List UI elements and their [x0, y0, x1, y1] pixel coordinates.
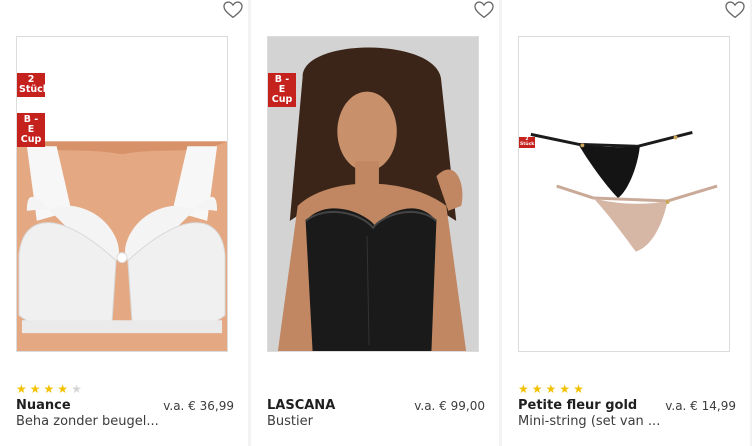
heart-outline-icon: [725, 1, 745, 19]
wishlist-button[interactable]: [222, 0, 244, 20]
product-image-frame[interactable]: 2 Stück: [518, 36, 730, 352]
product-image-frame[interactable]: 2 Stück B - E Cup: [16, 36, 228, 352]
product-image-frame[interactable]: B - E Cup: [267, 36, 479, 352]
star-rating: ★ ★ ★ ★ ★: [518, 382, 584, 396]
star-icon: ★: [573, 382, 584, 396]
star-icon: ★: [71, 382, 82, 396]
star-icon: ★: [518, 382, 529, 396]
badge-pack: 2 Stück: [519, 137, 535, 149]
product-image: [268, 37, 478, 351]
star-icon: ★: [559, 382, 571, 396]
product-card[interactable]: B - E Cup LASCANA v.a. € 99,00 Bustier: [251, 0, 499, 446]
badge-cup: B - E Cup: [17, 113, 45, 147]
product-price: v.a. € 36,99: [163, 399, 234, 413]
product-image: [519, 37, 729, 351]
product-grid: 2 Stück B - E Cup ★ ★ ★ ★ ★ Nuance v.a. …: [0, 0, 752, 446]
product-card[interactable]: 2 Stück B - E Cup ★ ★ ★ ★ ★ Nuance v.a. …: [0, 0, 248, 446]
star-icon: ★: [545, 382, 557, 396]
star-icon: ★: [29, 382, 41, 396]
product-card[interactable]: 2 Stück ★ ★ ★ ★ ★ Petite fleur gold v.a.…: [502, 0, 750, 446]
heart-outline-icon: [223, 1, 243, 19]
star-icon: ★: [531, 382, 543, 396]
star-icon: ★: [57, 382, 69, 396]
product-price: v.a. € 99,00: [414, 399, 485, 413]
star-rating: ★ ★ ★ ★ ★: [16, 382, 82, 396]
product-brand[interactable]: Petite fleur gold: [518, 398, 637, 413]
star-icon: ★: [16, 382, 27, 396]
product-subtitle[interactable]: Beha zonder beugel...: [16, 414, 216, 429]
product-brand[interactable]: LASCANA: [267, 398, 335, 413]
product-subtitle[interactable]: Bustier: [267, 414, 467, 429]
star-icon: ★: [43, 382, 55, 396]
wishlist-button[interactable]: [724, 0, 746, 20]
product-price: v.a. € 14,99: [665, 399, 736, 413]
badge-pack: 2 Stück: [17, 73, 50, 97]
heart-outline-icon: [474, 1, 494, 19]
product-brand[interactable]: Nuance: [16, 398, 71, 413]
wishlist-button[interactable]: [473, 0, 495, 20]
badge-cup: B - E Cup: [268, 73, 296, 107]
product-subtitle[interactable]: Mini-string (set van ...: [518, 414, 718, 429]
